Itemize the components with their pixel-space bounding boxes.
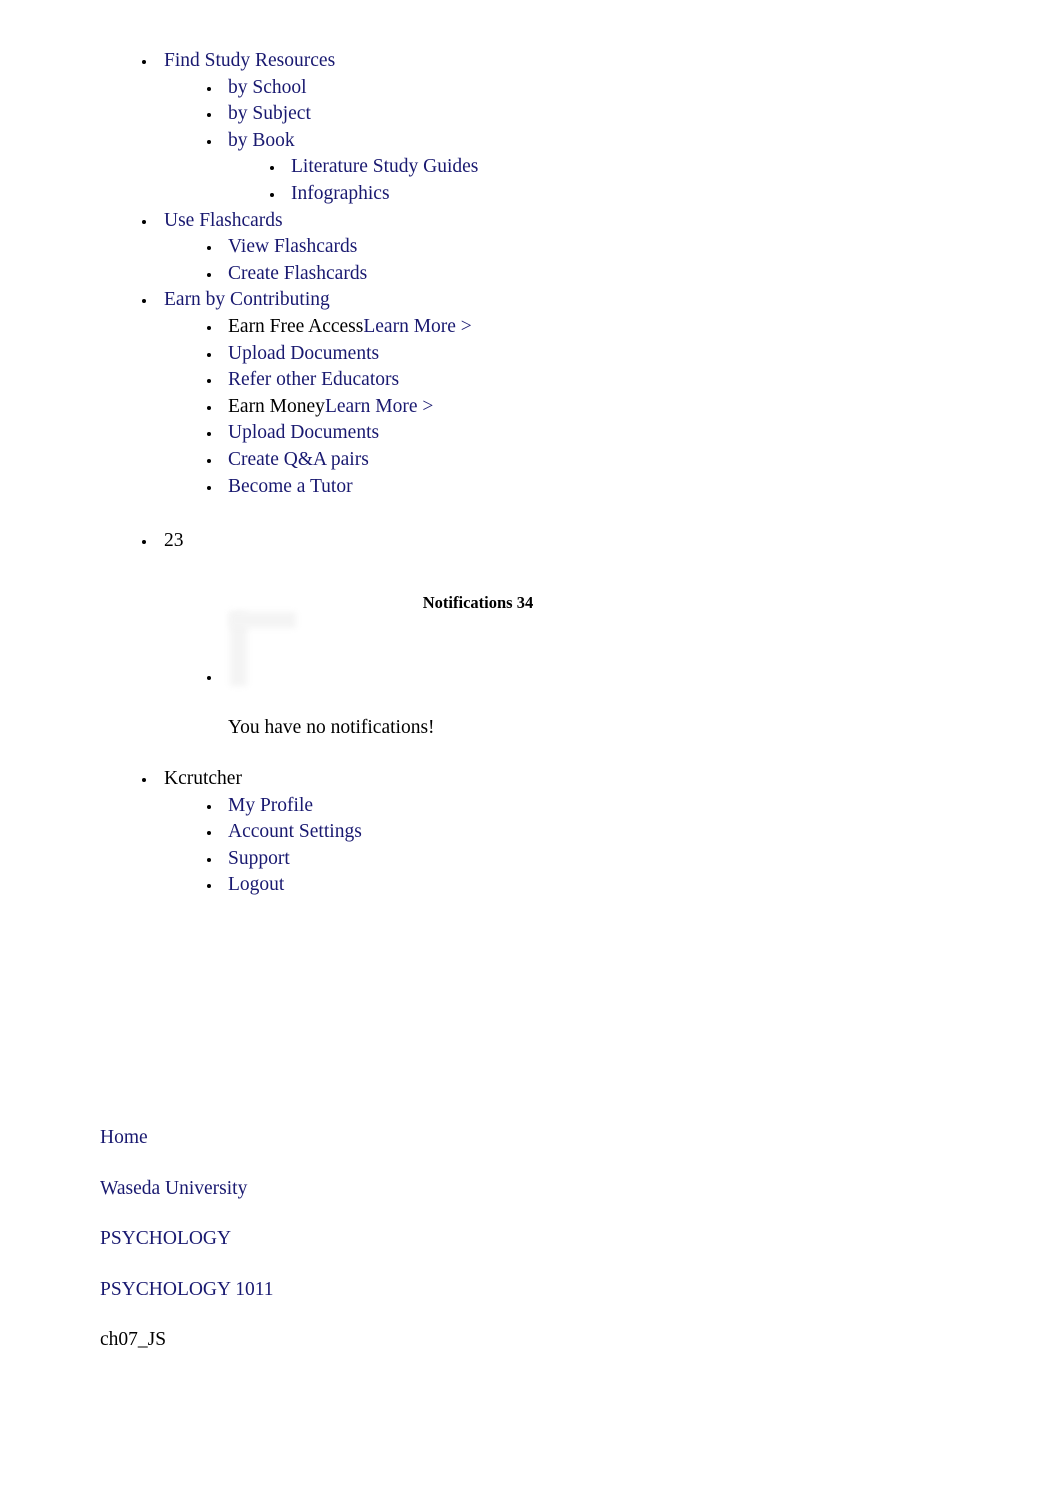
- user-menu-item-account-settings[interactable]: Account Settings: [0, 819, 1062, 846]
- nav-item-create-flashcards[interactable]: Create Flashcards: [0, 261, 1062, 288]
- bullet-icon: [142, 219, 146, 224]
- nav-link-view-flashcards[interactable]: View Flashcards: [0, 234, 357, 261]
- bullet-icon: [142, 60, 146, 64]
- bullet-icon: [207, 676, 211, 680]
- bullet-icon: [207, 139, 211, 144]
- nav-item-view-flashcards[interactable]: View Flashcards: [0, 234, 1062, 261]
- user-menu-sublist: My Profile Account Settings Support Logo…: [0, 793, 1062, 899]
- bullet-icon: [207, 405, 211, 410]
- user-menu-link-support[interactable]: Support: [0, 846, 290, 873]
- bullet-icon: [207, 485, 211, 490]
- nav-item-upload-documents-1[interactable]: Upload Documents: [0, 341, 1062, 368]
- nav-link-upload-documents-1[interactable]: Upload Documents: [0, 341, 379, 368]
- nav-item-earn-free-access-content: Earn Free AccessLearn More >: [0, 314, 472, 341]
- breadcrumb-link-department[interactable]: PSYCHOLOGY: [100, 1226, 900, 1253]
- nav-link-earn-money-learn-more[interactable]: Learn More >: [325, 396, 433, 417]
- user-menu-item-logout[interactable]: Logout: [0, 872, 1062, 899]
- document-count-badge: 23: [164, 530, 184, 551]
- user-menu-link-logout[interactable]: Logout: [0, 872, 284, 899]
- nav-item-by-school[interactable]: by School: [0, 75, 1062, 102]
- badge-list: 23: [0, 528, 1062, 555]
- bullet-icon: [207, 804, 211, 809]
- nav-link-by-book[interactable]: by Book: [0, 128, 295, 155]
- nav-item-upload-documents-2[interactable]: Upload Documents: [0, 420, 1062, 447]
- user-menu-list: Kcrutcher My Profile Account Settings Su…: [0, 766, 1062, 899]
- nav-link-become-a-tutor[interactable]: Become a Tutor: [0, 474, 353, 501]
- notifications-heading: Notifications 34: [422, 593, 534, 612]
- user-menu-link-my-profile[interactable]: My Profile: [0, 793, 313, 820]
- bullet-icon: [142, 778, 146, 782]
- nav-item-earn-free-access[interactable]: Earn Free AccessLearn More >: [0, 314, 1062, 341]
- nav-link-by-school[interactable]: by School: [0, 75, 307, 102]
- document-count-badge-container: 23: [0, 528, 1062, 555]
- nav-link-earn-free-access-learn-more[interactable]: Learn More >: [363, 316, 471, 337]
- nav-link-infographics[interactable]: Infographics: [0, 181, 390, 208]
- notifications-panel: Notifications 34 You have no notificatio…: [0, 592, 1062, 738]
- nav-label-earn-money: Earn Money: [228, 395, 325, 417]
- nav-link-literature-study-guides[interactable]: Literature Study Guides: [0, 154, 478, 181]
- breadcrumb-link-course[interactable]: PSYCHOLOGY 1011: [100, 1277, 900, 1304]
- nav-list-level-3: Literature Study Guides Infographics: [0, 154, 1062, 207]
- notifications-list: [0, 664, 1062, 691]
- nav-list-level-1: Find Study Resources by School by Subjec…: [0, 48, 1062, 500]
- breadcrumb-link-school[interactable]: Waseda University: [100, 1176, 900, 1203]
- document-count-badge-item[interactable]: 23: [0, 528, 1062, 555]
- nav-item-earn-money-content: Earn MoneyLearn More >: [0, 394, 433, 421]
- nav-item-create-qa-pairs[interactable]: Create Q&A pairs: [0, 447, 1062, 474]
- user-menu-item-username[interactable]: Kcrutcher My Profile Account Settings Su…: [0, 766, 1062, 899]
- breadcrumb-current-document: ch07_JS: [100, 1329, 167, 1351]
- nav-item-by-book[interactable]: by Book Literature Study Guides Infograp…: [0, 128, 1062, 208]
- nav-link-create-qa-pairs[interactable]: Create Q&A pairs: [0, 447, 369, 474]
- nav-item-infographics[interactable]: Infographics: [0, 181, 1062, 208]
- breadcrumb: Home Waseda University PSYCHOLOGY PSYCHO…: [100, 1125, 900, 1354]
- site-navigation-menu: Find Study Resources by School by Subjec…: [0, 48, 1062, 500]
- bullet-icon: [270, 192, 274, 197]
- bullet-icon: [207, 352, 211, 357]
- user-menu-item-support[interactable]: Support: [0, 846, 1062, 873]
- nav-item-earn-by-contributing[interactable]: Earn by Contributing Earn Free AccessLea…: [0, 287, 1062, 500]
- nav-item-refer-other-educators[interactable]: Refer other Educators: [0, 367, 1062, 394]
- nav-link-by-subject[interactable]: by Subject: [0, 101, 311, 128]
- bullet-icon: [207, 458, 211, 463]
- nav-item-by-subject[interactable]: by Subject: [0, 101, 1062, 128]
- nav-item-literature-study-guides[interactable]: Literature Study Guides: [0, 154, 1062, 181]
- bullet-icon: [207, 857, 211, 862]
- bullet-icon: [207, 272, 211, 277]
- user-menu-link-account-settings[interactable]: Account Settings: [0, 819, 362, 846]
- nav-item-use-flashcards[interactable]: Use Flashcards View Flashcards Create Fl…: [0, 208, 1062, 288]
- bullet-icon: [142, 540, 146, 544]
- user-menu-item-my-profile[interactable]: My Profile: [0, 793, 1062, 820]
- nav-label-earn-free-access: Earn Free Access: [228, 315, 364, 337]
- notifications-empty-list: [0, 664, 1062, 691]
- nav-link-upload-documents-2[interactable]: Upload Documents: [0, 420, 379, 447]
- nav-item-find-study-resources[interactable]: Find Study Resources by School by Subjec…: [0, 48, 1062, 208]
- breadcrumb-link-home[interactable]: Home: [100, 1125, 900, 1152]
- notifications-empty-message: You have no notifications!: [228, 717, 435, 738]
- nav-list-level-2: Earn Free AccessLearn More > Upload Docu…: [0, 314, 1062, 500]
- bullet-icon: [207, 325, 211, 330]
- nav-list-level-2: by School by Subject by Book Literature …: [0, 75, 1062, 208]
- nav-link-find-study-resources[interactable]: Find Study Resources: [0, 48, 335, 75]
- username-label: Kcrutcher: [164, 768, 242, 789]
- nav-item-earn-money[interactable]: Earn MoneyLearn More >: [0, 394, 1062, 421]
- nav-item-become-a-tutor[interactable]: Become a Tutor: [0, 474, 1062, 501]
- notifications-empty-list-item: [0, 664, 1062, 691]
- nav-link-refer-other-educators[interactable]: Refer other Educators: [0, 367, 399, 394]
- nav-link-create-flashcards[interactable]: Create Flashcards: [0, 261, 367, 288]
- nav-list-level-2: View Flashcards Create Flashcards: [0, 234, 1062, 287]
- bullet-icon: [207, 86, 211, 91]
- user-account-menu: Kcrutcher My Profile Account Settings Su…: [0, 766, 1062, 899]
- nav-link-earn-by-contributing[interactable]: Earn by Contributing: [0, 287, 330, 314]
